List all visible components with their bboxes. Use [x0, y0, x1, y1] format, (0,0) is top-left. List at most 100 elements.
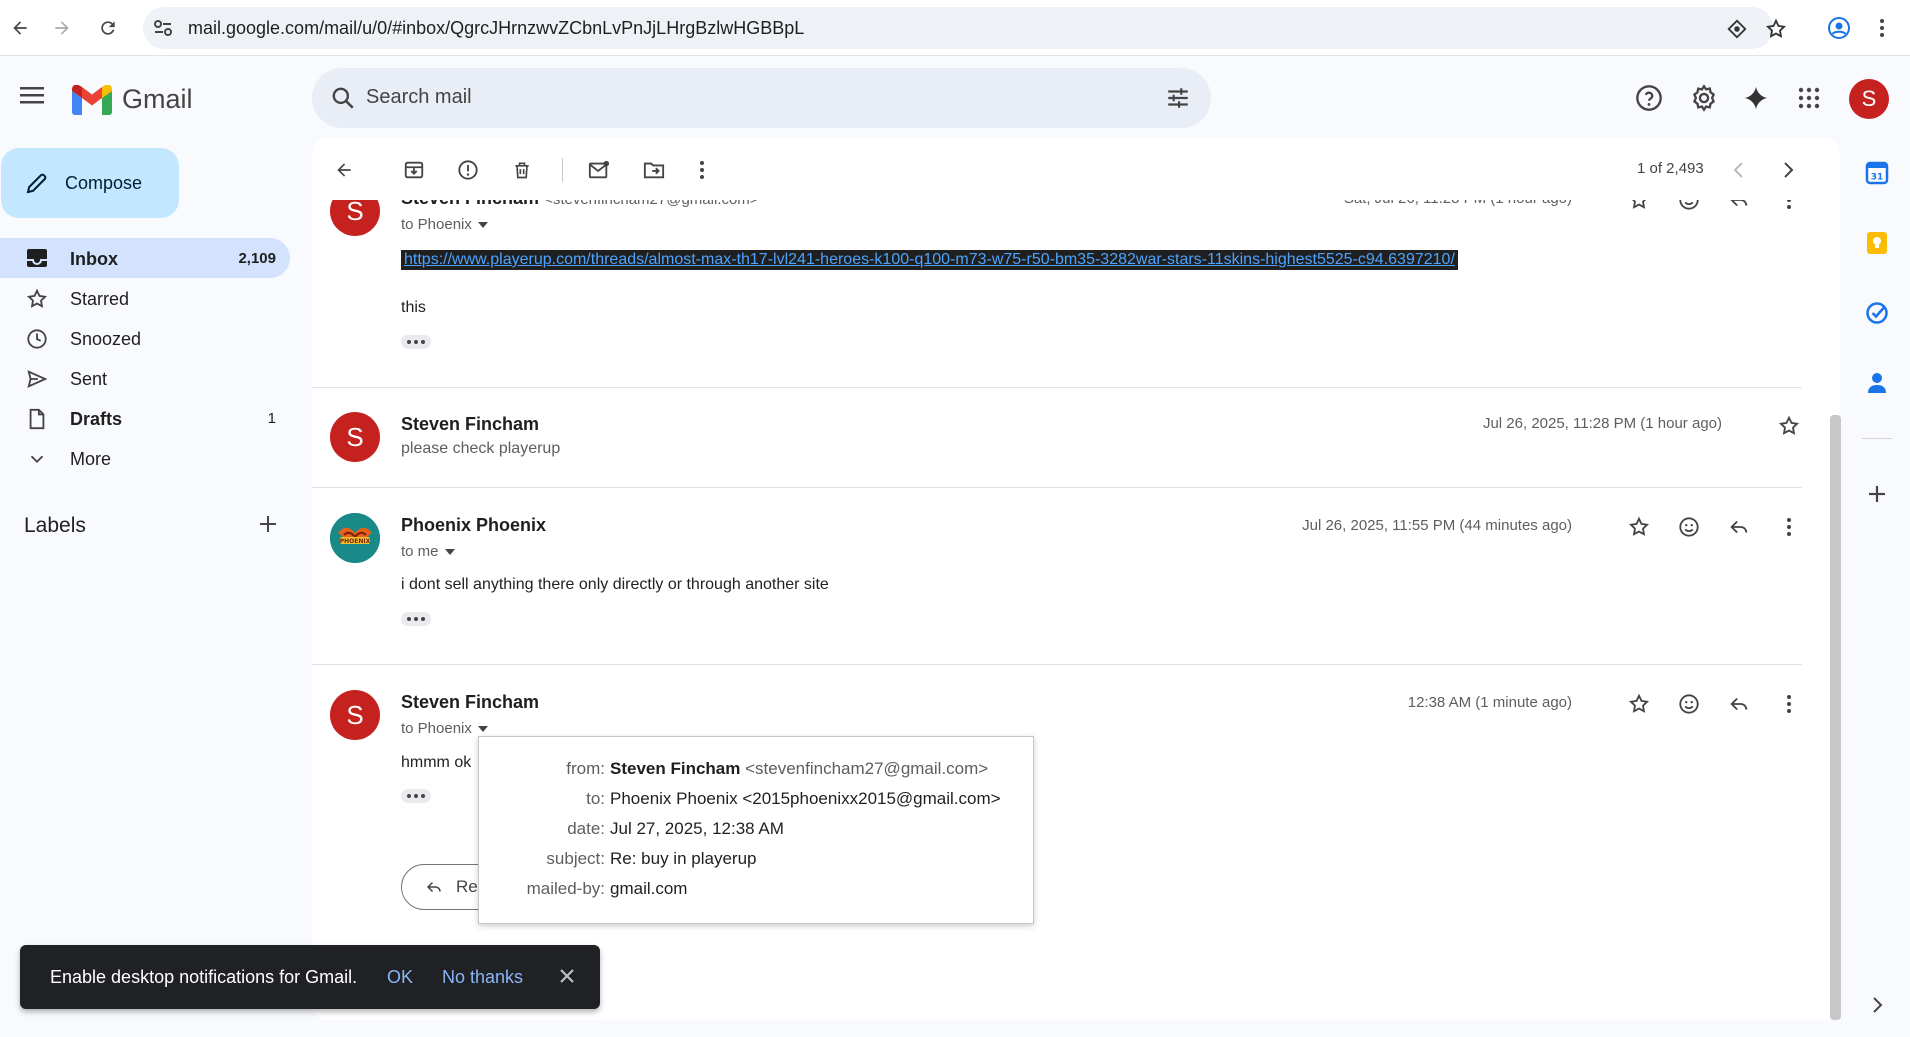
recipient-toggle[interactable]: to Phoenix — [401, 216, 488, 233]
reply-icon[interactable] — [1725, 690, 1753, 718]
address-bar[interactable]: mail.google.com/mail/u/0/#inbox/QgrcJHrn… — [143, 7, 1787, 49]
sidebar-item-snoozed[interactable]: Snoozed — [0, 318, 290, 358]
sender-name[interactable]: Phoenix Phoenix — [401, 515, 546, 536]
send-icon — [27, 370, 48, 388]
close-icon[interactable] — [558, 967, 576, 985]
get-addons-plus-icon[interactable] — [1862, 479, 1892, 509]
sidebar-item-drafts[interactable]: Drafts 1 — [0, 398, 290, 438]
sidebar-item-label: More — [70, 449, 112, 469]
delete-icon[interactable] — [508, 156, 536, 184]
gmail-logo[interactable]: Gmail — [72, 84, 193, 115]
gemini-sparkle-icon[interactable] — [1740, 82, 1772, 114]
star-icon[interactable] — [1775, 412, 1803, 440]
no-thanks-button[interactable]: No thanks — [442, 967, 523, 988]
forward-arrow-icon[interactable] — [48, 14, 76, 42]
browser-toolbar: mail.google.com/mail/u/0/#inbox/QgrcJHrn… — [0, 0, 1910, 56]
mark-unread-icon[interactable] — [585, 156, 613, 184]
pencil-icon — [26, 173, 47, 194]
avatar: S — [330, 412, 380, 462]
side-panel-divider — [1862, 438, 1892, 439]
main-menu-icon[interactable] — [20, 84, 46, 106]
date-value: Jul 27, 2025, 12:38 AM — [610, 819, 784, 838]
extension-icon[interactable] — [1726, 18, 1748, 40]
site-info-icon[interactable] — [153, 19, 173, 37]
more-actions-icon[interactable] — [688, 156, 716, 184]
ok-button[interactable]: OK — [387, 967, 413, 988]
avatar: PHOENIX — [330, 513, 380, 563]
search-options-icon[interactable] — [1165, 85, 1191, 111]
date-key: date: — [567, 819, 605, 838]
unread-count: 2,109 — [238, 250, 276, 267]
message-link[interactable]: https://www.playerup.com/threads/almost-… — [401, 250, 1458, 270]
message-date: 12:38 AM (1 minute ago) — [1407, 694, 1572, 711]
browser-menu-icon[interactable] — [1868, 14, 1896, 42]
message-date: Jul 26, 2025, 11:55 PM (44 minutes ago) — [1302, 517, 1572, 534]
draft-count: 1 — [267, 410, 276, 427]
message-body: this — [401, 299, 426, 316]
show-trimmed-button[interactable] — [401, 789, 431, 803]
tasks-icon[interactable] — [1862, 298, 1892, 328]
phoenix-logo-text: PHOENIX — [340, 538, 371, 545]
archive-icon[interactable] — [400, 156, 428, 184]
search-bar[interactable]: Search mail — [312, 68, 1211, 128]
labels-heading: Labels — [24, 514, 86, 537]
scrollbar[interactable] — [1830, 415, 1841, 1020]
star-icon[interactable] — [1625, 690, 1653, 718]
emoji-react-icon[interactable] — [1675, 690, 1703, 718]
more-options-icon[interactable] — [1775, 690, 1803, 718]
back-to-inbox-icon[interactable] — [330, 156, 358, 184]
gmail-wordmark: Gmail — [122, 84, 193, 114]
search-input[interactable]: Search mail — [366, 86, 472, 109]
sidebar-item-more[interactable]: More — [0, 438, 290, 478]
add-label-icon[interactable] — [258, 514, 278, 534]
divider — [312, 387, 1802, 388]
message-snippet[interactable]: please check playerup — [401, 440, 560, 458]
reply-icon[interactable] — [1725, 513, 1753, 541]
sidebar-item-starred[interactable]: Starred — [0, 278, 290, 318]
contacts-icon[interactable] — [1862, 368, 1892, 398]
compose-label: Compose — [65, 172, 143, 193]
older-chevron-icon[interactable] — [1774, 156, 1802, 184]
report-spam-icon[interactable] — [454, 156, 482, 184]
recipient-toggle[interactable]: to Phoenix — [401, 720, 488, 737]
back-arrow-icon[interactable] — [6, 14, 34, 42]
show-trimmed-button[interactable] — [401, 335, 431, 349]
message-body: hmmm ok — [401, 754, 472, 771]
subject-key: subject: — [546, 849, 605, 868]
caret-down-icon — [477, 221, 488, 228]
chevron-down-icon — [30, 455, 44, 464]
reload-icon[interactable] — [94, 14, 122, 42]
inbox-icon — [27, 249, 47, 267]
sender-name[interactable]: Steven Fincham — [401, 692, 539, 713]
reply-button-label: Re — [456, 877, 478, 896]
recipient-text: to me — [401, 543, 439, 560]
search-icon[interactable] — [330, 85, 356, 111]
sidebar-item-sent[interactable]: Sent — [0, 358, 290, 398]
sidebar-item-label: Inbox — [70, 249, 118, 269]
toolbar-divider — [562, 158, 563, 182]
help-icon[interactable] — [1633, 82, 1665, 114]
bookmark-star-icon[interactable] — [1765, 18, 1787, 40]
account-avatar[interactable]: S — [1849, 79, 1889, 119]
recipient-toggle[interactable]: to me — [401, 543, 455, 560]
star-icon[interactable] — [1625, 513, 1653, 541]
profile-icon[interactable] — [1825, 14, 1853, 42]
newer-chevron-icon[interactable] — [1725, 156, 1753, 184]
url-text[interactable]: mail.google.com/mail/u/0/#inbox/QgrcJHrn… — [188, 18, 804, 39]
sidebar-item-inbox[interactable]: Inbox 2,109 — [0, 238, 290, 278]
emoji-react-icon[interactable] — [1675, 513, 1703, 541]
move-to-icon[interactable] — [640, 156, 668, 184]
message-date: Jul 26, 2025, 11:28 PM (1 hour ago) — [1482, 415, 1722, 432]
show-trimmed-button[interactable] — [401, 612, 431, 626]
settings-gear-icon[interactable] — [1688, 82, 1720, 114]
star-icon — [26, 288, 48, 308]
sidebar-item-label: Sent — [70, 369, 108, 389]
more-options-icon[interactable] — [1775, 513, 1803, 541]
expand-side-panel-icon[interactable] — [1862, 990, 1892, 1020]
notification-snackbar: Enable desktop notifications for Gmail. … — [20, 945, 600, 1009]
sender-name[interactable]: Steven Fincham — [401, 414, 539, 435]
keep-icon[interactable] — [1862, 228, 1892, 258]
calendar-icon[interactable]: 31 — [1862, 158, 1892, 188]
compose-button[interactable]: Compose — [1, 148, 179, 218]
apps-grid-icon[interactable] — [1793, 82, 1825, 114]
